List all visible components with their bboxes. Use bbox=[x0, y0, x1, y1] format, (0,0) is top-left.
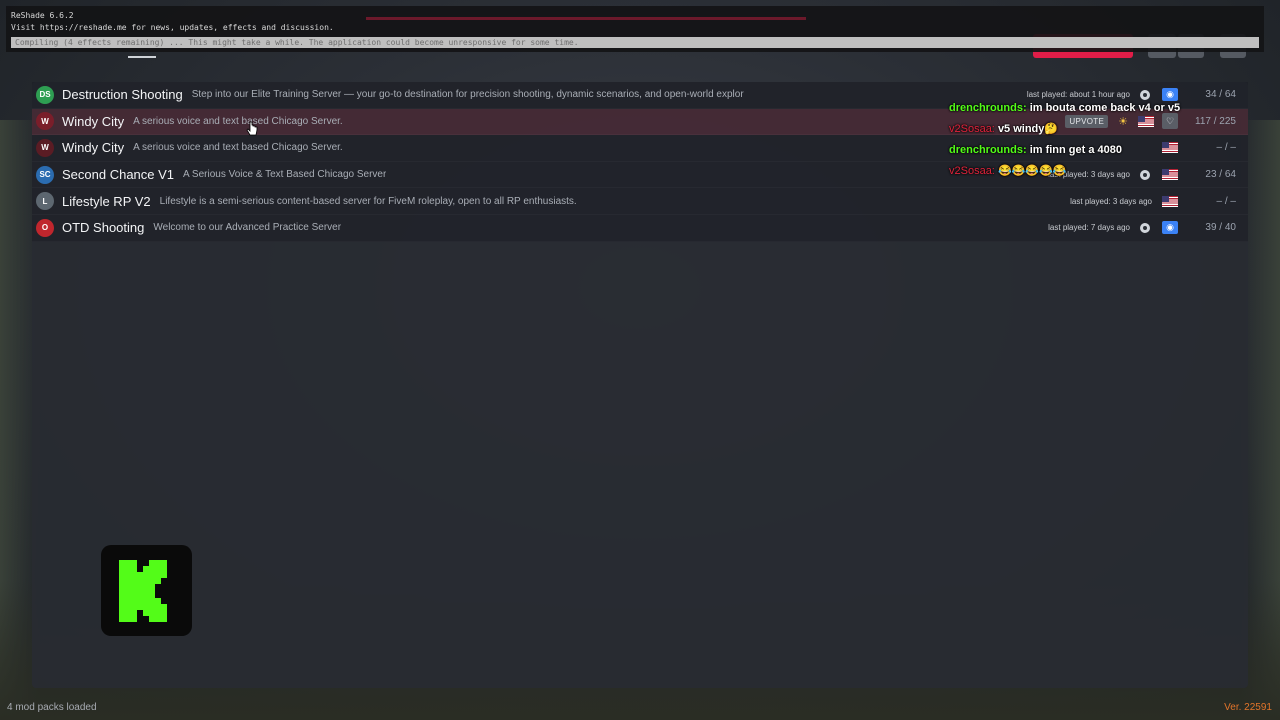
server-icon: SC bbox=[36, 165, 54, 184]
server-icon: W bbox=[36, 112, 54, 131]
kick-k-icon bbox=[118, 559, 167, 622]
chat-message: v2Sosaa: 😂😂😂😂😂 bbox=[949, 161, 1180, 182]
last-played: last played: 3 days ago bbox=[1070, 196, 1152, 206]
chat-username: v2Sosaa: bbox=[949, 165, 995, 177]
version-label: Ver. 22591 bbox=[1224, 702, 1272, 713]
player-count: 23 / 64 bbox=[1205, 169, 1236, 181]
server-row[interactable]: O OTD Shooting Welcome to our Advanced P… bbox=[32, 214, 1248, 242]
server-description: A serious voice and text based Chicago S… bbox=[133, 115, 343, 127]
player-count: – / – bbox=[1216, 142, 1236, 154]
player-count: 117 / 225 bbox=[1195, 115, 1236, 127]
player-count: 34 / 64 bbox=[1205, 89, 1236, 101]
reshade-title: ReShade 6.6.2 bbox=[11, 11, 74, 20]
server-name: Lifestyle RP V2 bbox=[62, 193, 151, 209]
chat-text: im bouta come back v4 or v5 bbox=[1029, 102, 1181, 114]
last-played: last played: 7 days ago bbox=[1048, 223, 1130, 233]
us-flag-icon bbox=[1162, 195, 1178, 207]
nav-tab-underline bbox=[128, 56, 156, 58]
reshade-info: Visit https://reshade.me for news, updat… bbox=[11, 23, 334, 32]
server-row[interactable]: L Lifestyle RP V2 Lifestyle is a semi-se… bbox=[32, 188, 1248, 215]
kick-logo bbox=[101, 545, 192, 636]
server-description: Lifestyle is a semi-serious content-base… bbox=[159, 195, 577, 207]
server-description: Step into our Elite Training Server — yo… bbox=[191, 89, 744, 101]
server-description: A serious voice and text based Chicago S… bbox=[133, 142, 343, 154]
server-name: OTD Shooting bbox=[62, 220, 145, 236]
chat-username: drenchrounds: bbox=[949, 144, 1027, 156]
chat-text: im finn get a 4080 bbox=[1029, 144, 1122, 156]
server-name: Destruction Shooting bbox=[62, 87, 183, 103]
player-count: 39 / 40 bbox=[1205, 222, 1236, 234]
server-icon: O bbox=[36, 218, 54, 237]
player-count: – / – bbox=[1216, 195, 1236, 207]
server-meta: last played: 7 days ago ◉ 39 / 40 bbox=[1048, 215, 1248, 241]
server-description: Welcome to our Advanced Practice Server bbox=[153, 222, 342, 234]
stream-chat-overlay: drenchrounds: im bouta come back v4 or v… bbox=[949, 98, 1180, 182]
record-icon bbox=[1140, 222, 1150, 233]
server-name: Windy City bbox=[62, 140, 125, 156]
chat-message: drenchrounds: im finn get a 4080 bbox=[949, 140, 1180, 161]
server-icon: L bbox=[36, 192, 54, 211]
chat-username: drenchrounds: bbox=[949, 102, 1027, 114]
hand-cursor-icon bbox=[246, 121, 258, 136]
server-name: Windy City bbox=[62, 113, 125, 129]
chat-text: 😂😂😂😂😂 bbox=[997, 165, 1067, 177]
chat-text: v5 windy🤔 bbox=[997, 123, 1059, 135]
mod-packs-status: 4 mod packs loaded bbox=[7, 702, 97, 713]
reshade-overlay: ReShade 6.6.2 Visit https://reshade.me f… bbox=[6, 6, 1264, 52]
chat-message: v2Sosaa: v5 windy🤔 bbox=[949, 119, 1180, 140]
server-name: Second Chance V1 bbox=[62, 167, 175, 183]
chat-username: v2Sosaa: bbox=[949, 123, 995, 135]
discord-icon: ◉ bbox=[1162, 221, 1178, 235]
server-icon: W bbox=[36, 138, 54, 157]
reshade-highlight-bar bbox=[366, 17, 806, 20]
reshade-progress: Compiling (4 effects remaining) ... This… bbox=[11, 37, 1259, 48]
server-meta: last played: 3 days ago – / – bbox=[1070, 188, 1248, 214]
chat-message: drenchrounds: im bouta come back v4 or v… bbox=[949, 98, 1180, 119]
server-description: A Serious Voice & Text Based Chicago Ser… bbox=[183, 169, 387, 181]
server-icon: DS bbox=[36, 85, 54, 104]
